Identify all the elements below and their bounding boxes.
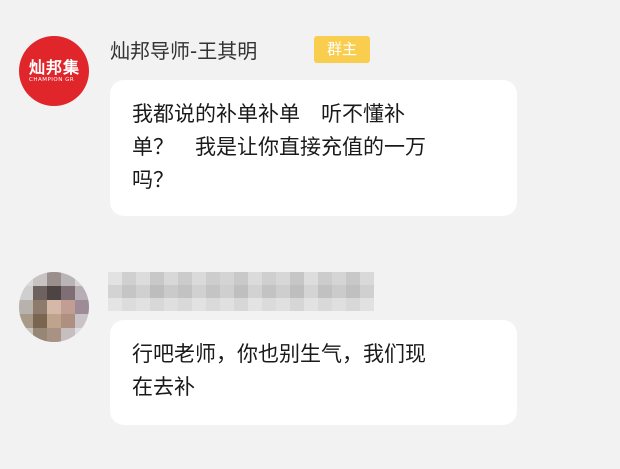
message-line: 吗？	[132, 168, 174, 192]
message-line: 单？ 我是让你直接充值的一万	[132, 135, 426, 159]
sender-name-pixelated	[108, 268, 380, 311]
logo-text: 灿邦集	[29, 58, 81, 77]
logo-subtext: CHAMPION GR	[29, 77, 75, 83]
message-bubble[interactable]: 行吧老师，你也别生气，我们现 在去补	[110, 320, 517, 425]
sender-avatar[interactable]: 灿邦集 CHAMPION GR	[19, 36, 89, 106]
message-bubble[interactable]: 我都说的补单补单 听不懂补 单？ 我是让你直接充值的一万 吗？	[110, 80, 517, 216]
sender-avatar-pixelated[interactable]	[19, 272, 89, 342]
message-line: 在去补	[132, 375, 195, 399]
message-line: 我都说的补单补单 听不懂补	[132, 102, 405, 126]
message-line: 行吧老师，你也别生气，我们现	[132, 342, 426, 366]
role-badge: 群主	[314, 36, 370, 63]
sender-name: 灿邦导师-王其明	[110, 39, 258, 63]
